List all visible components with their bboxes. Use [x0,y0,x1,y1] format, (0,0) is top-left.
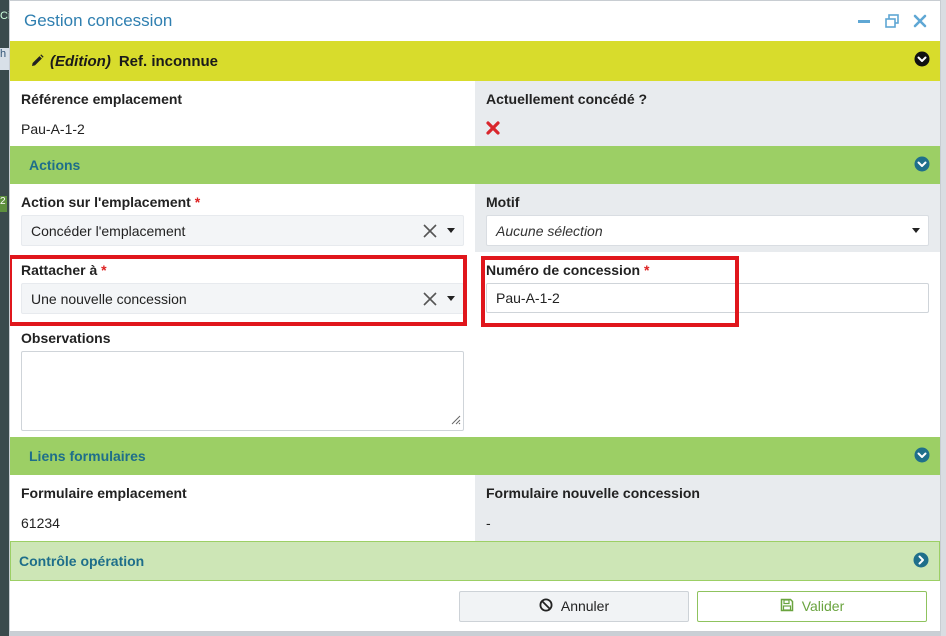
clear-icon[interactable] [423,223,437,238]
observations-field: Observations [10,320,475,437]
liens-formulaires-header[interactable]: Liens formulaires [10,437,940,475]
formulaire-emplacement-label: Formulaire emplacement [21,485,187,501]
observations-textarea[interactable] [21,351,464,431]
caret-down-icon[interactable] [912,228,920,233]
reference-label: Ref. inconnue [118,52,218,70]
action-emplacement-select[interactable]: Concéder l'emplacement [21,215,464,246]
background-tab-fragment: Ci [0,10,9,22]
cancel-button-label: Annuler [560,598,610,614]
formulaire-concession-value: - [486,515,491,531]
info-row: Référence emplacement Pau-A-1-2 Actuelle… [10,81,940,146]
reference-emplacement-field: Référence emplacement Pau-A-1-2 [10,81,475,146]
reference-emplacement-value: Pau-A-1-2 [21,121,85,137]
caret-down-icon[interactable] [447,228,455,233]
background-bottom-strip [9,632,941,636]
controle-operation-header[interactable]: Contrôle opération [10,541,940,581]
liens-row: Formulaire emplacement 61234 Formulaire … [10,475,940,541]
formulaire-concession-field: Formulaire nouvelle concession - [475,475,940,541]
background-badge-fragment: 2 [0,196,7,212]
restore-icon[interactable] [884,13,900,29]
gestion-concession-dialog: Gestion concession (Edition) Ref. inconn… [9,0,941,632]
observations-row: Observations [10,320,940,437]
motif-field: Motif Aucune sélection [475,184,940,252]
action-emplacement-label: Action sur l'emplacement [21,194,191,210]
formulaire-emplacement-field: Formulaire emplacement 61234 [10,475,475,541]
minimize-icon[interactable] [856,13,872,29]
chevron-down-icon[interactable] [914,51,930,71]
background-tab-fragment-2: h [0,48,9,70]
action-emplacement-value: Concéder l'emplacement [31,222,186,239]
validate-button-label: Valider [801,598,845,614]
close-icon[interactable] [912,13,928,29]
actions-section-header[interactable]: Actions [10,146,940,184]
actuellement-concede-label: Actuellement concédé ? [486,91,648,107]
motif-select[interactable]: Aucune sélection [486,215,929,246]
chevron-down-icon[interactable] [914,156,930,175]
highlight-box-rattacher [10,255,467,326]
motif-label: Motif [486,194,520,210]
ban-icon [539,598,553,615]
motif-value: Aucune sélection [496,222,603,239]
controle-operation-title: Contrôle opération [19,553,145,569]
resize-grip-icon[interactable] [451,412,461,428]
formulaire-emplacement-value[interactable]: 61234 [21,515,464,533]
validate-button[interactable]: Valider [697,590,927,622]
edition-header[interactable]: (Edition) Ref. inconnue [10,41,940,81]
required-mark: * [194,194,201,210]
formulaire-concession-label: Formulaire nouvelle concession [486,485,700,501]
dialog-title: Gestion concession [24,11,173,30]
actuellement-concede-field: Actuellement concédé ? [475,81,940,146]
chevron-right-icon[interactable] [913,552,929,571]
background-left-strip [0,0,9,636]
cancel-button[interactable]: Annuler [459,590,689,622]
edition-mode-label: (Edition) [50,52,111,70]
background-right-strip [941,0,946,636]
liens-formulaires-title: Liens formulaires [29,448,146,464]
action-emplacement-field: Action sur l'emplacement * Concéder l'em… [10,184,475,252]
action-row: Action sur l'emplacement * Concéder l'em… [10,184,940,252]
dialog-footer: Annuler Valider [10,581,940,631]
actions-section-title: Actions [29,157,81,173]
cross-icon [486,121,500,138]
highlight-box-numero [481,256,739,327]
observations-label: Observations [21,330,111,346]
window-controls [856,13,928,29]
save-icon [780,598,794,615]
pencil-icon [30,54,44,68]
chevron-down-icon[interactable] [914,447,930,466]
dialog-titlebar[interactable]: Gestion concession [10,1,940,41]
reference-emplacement-label: Référence emplacement [21,91,183,107]
